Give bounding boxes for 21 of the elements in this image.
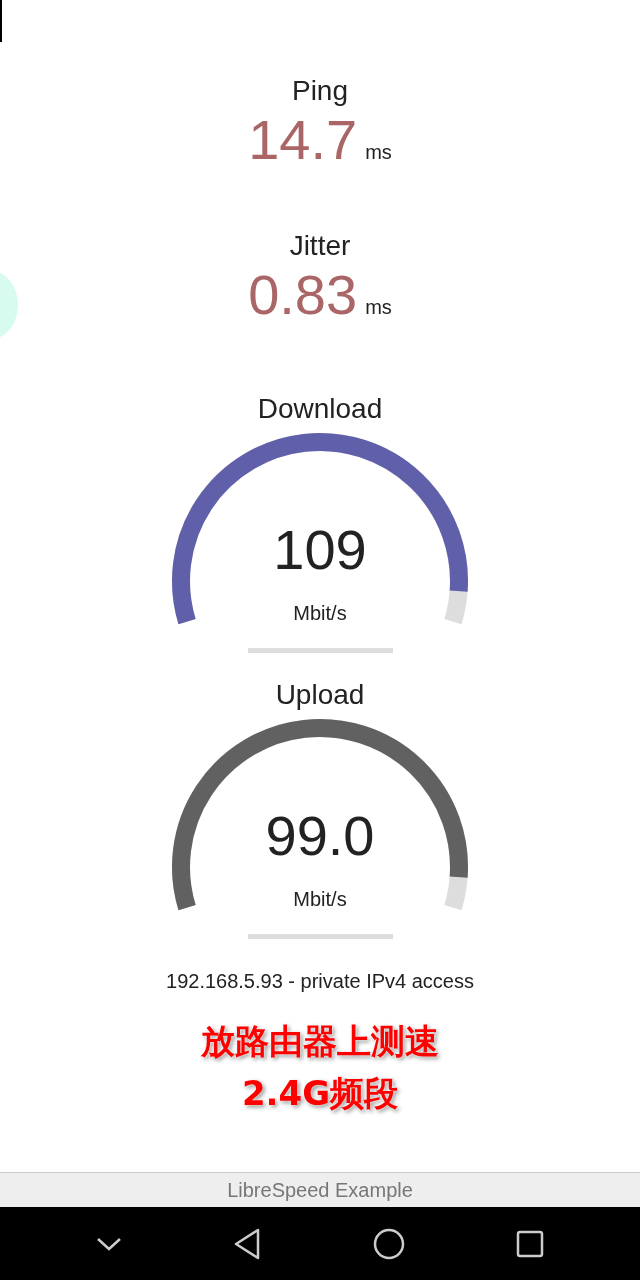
footer-text: LibreSpeed Example <box>227 1178 413 1202</box>
gauge-unit: Mbit/s <box>293 888 347 910</box>
stat-unit: ms <box>365 141 392 164</box>
ip-info: 192.168.5.93 - private IPv4 access <box>166 969 474 993</box>
stat-value: 0.83 <box>248 266 358 324</box>
gauge-unit: Mbit/s <box>293 602 347 624</box>
annotation-text: 2.4G频段 <box>241 1072 399 1115</box>
stat-unit: ms <box>365 296 392 319</box>
gauge-label: Download <box>257 393 383 425</box>
stat-label: Jitter <box>289 230 351 262</box>
gauge-value: 99.0 <box>265 804 375 867</box>
home-icon[interactable] <box>372 1227 405 1260</box>
annotation-text: 放路由器上测速 <box>201 1020 439 1063</box>
gauge-label: Upload <box>275 679 365 711</box>
gauge-value: 109 <box>273 518 367 581</box>
stat-label: Ping <box>291 75 348 107</box>
stat-value: 14.7 <box>248 111 358 169</box>
recents-icon[interactable] <box>516 1229 545 1258</box>
text-cursor <box>0 0 2 42</box>
chevron-down-icon[interactable] <box>95 1235 122 1252</box>
back-icon[interactable] <box>233 1227 262 1260</box>
